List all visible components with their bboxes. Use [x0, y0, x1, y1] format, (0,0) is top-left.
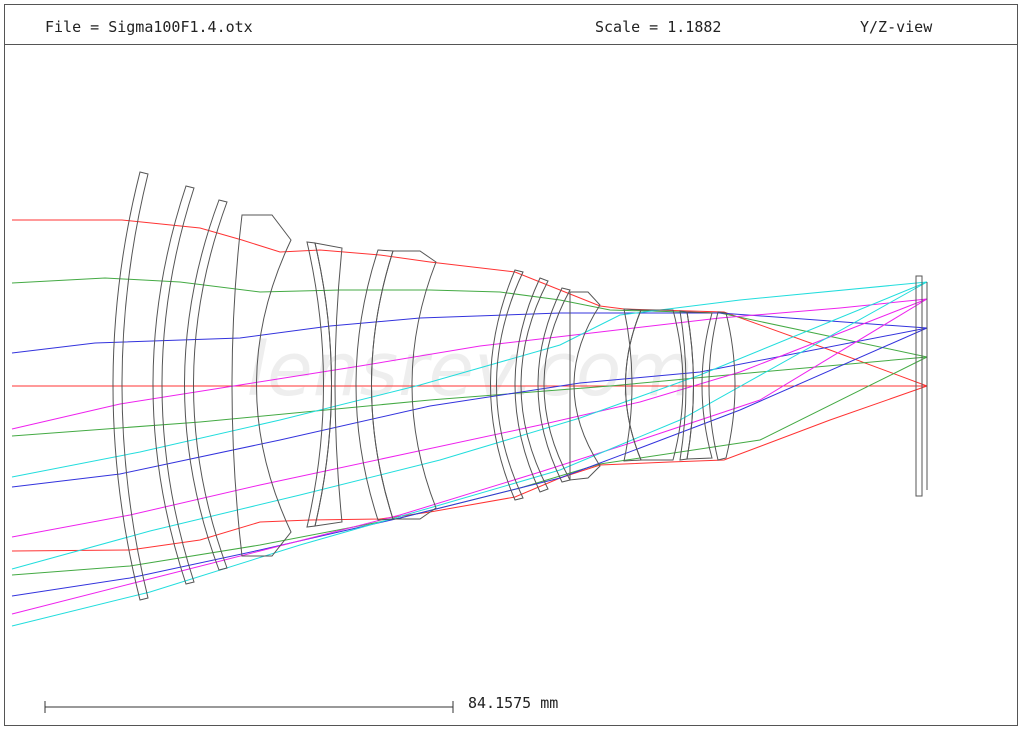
lens-diagram-canvas: lensrev.com	[11, 171, 928, 713]
scale-bar	[44, 701, 454, 713]
lens-element	[152, 185, 195, 585]
scale-bar-label: 84.1575 mm	[468, 694, 559, 712]
ray-paths	[11, 219, 928, 627]
